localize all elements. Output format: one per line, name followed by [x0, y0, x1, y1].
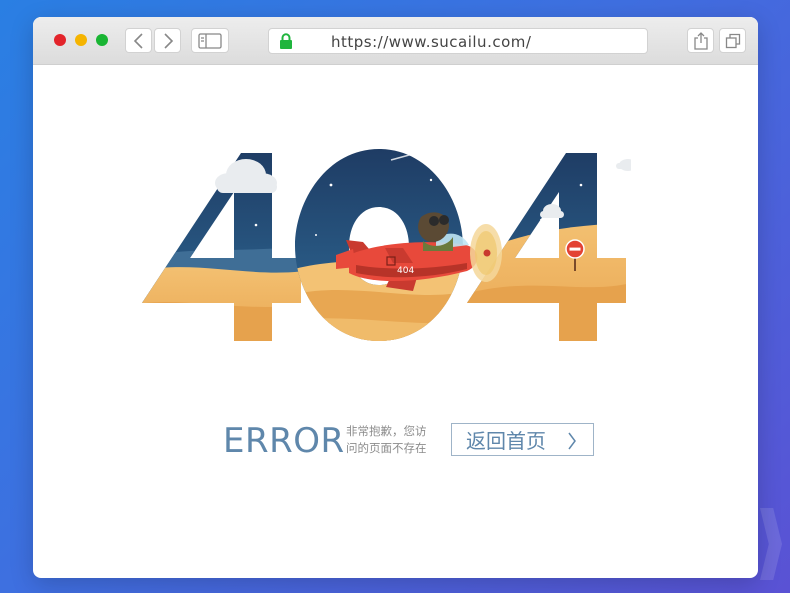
- back-to-home-button[interactable]: 返回首页: [451, 423, 594, 456]
- address-bar[interactable]: https://www.sucailu.com/: [268, 28, 648, 54]
- sidebar-toggle-button[interactable]: [191, 28, 229, 53]
- zoom-window-button[interactable]: [96, 34, 108, 46]
- error-message: 非常抱歉，您访 问的页面不存在: [346, 423, 446, 457]
- error-message-line-1: 非常抱歉，您访: [346, 424, 427, 438]
- plane-tail-number: 404: [397, 266, 414, 276]
- back-to-home-label: 返回首页: [466, 429, 546, 453]
- close-window-button[interactable]: [54, 34, 66, 46]
- url-text: https://www.sucailu.com/: [331, 33, 532, 51]
- chevron-right-icon: [163, 32, 173, 49]
- chevron-left-icon: [133, 32, 143, 49]
- tabs-overview-button[interactable]: [719, 28, 746, 53]
- back-button[interactable]: [125, 28, 152, 53]
- chevron-right-icon: [568, 432, 576, 450]
- background-chevron-decoration: [760, 508, 782, 580]
- error-heading: ERROR: [223, 421, 345, 461]
- sidebar-icon: [198, 32, 222, 49]
- browser-toolbar: https://www.sucailu.com/: [33, 17, 758, 65]
- error-message-line-2: 问的页面不存在: [346, 441, 427, 455]
- share-button[interactable]: [687, 28, 714, 53]
- lock-icon: [280, 33, 292, 49]
- cloud-right-top: [616, 159, 631, 171]
- tabs-icon: [725, 33, 740, 48]
- error-404-illustration: 404: [142, 149, 631, 341]
- minimize-window-button[interactable]: [75, 34, 87, 46]
- browser-window: https://www.sucailu.com/ 404 ERROR 非常抱歉，…: [33, 17, 758, 578]
- forward-button[interactable]: [154, 28, 181, 53]
- page-content: 404 ERROR 非常抱歉，您访 问的页面不存在 返回首页: [33, 65, 758, 578]
- share-icon: [693, 31, 708, 50]
